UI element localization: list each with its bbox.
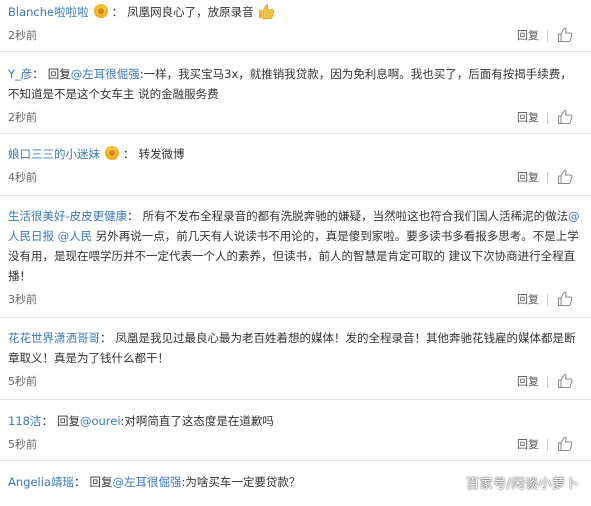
colon: ： <box>41 414 53 428</box>
comment-body: Blanche啦啦啦 ：凤凰网良心了，放原录音 <box>8 0 583 22</box>
comment-text: 转发微博 <box>138 147 185 161</box>
comment-username[interactable]: Blanche啦啦啦 <box>8 5 89 19</box>
like-thumb-icon[interactable] <box>557 109 573 125</box>
like-thumb-icon[interactable] <box>557 169 573 185</box>
colon: ： <box>100 331 112 345</box>
comment-text: 另外再说一点，前几天有人说读书不用论的，真是傻到家啦。要多读书多看报多思考。不是… <box>8 229 579 283</box>
comment-meta: 2秒前 回复 <box>8 104 583 132</box>
comment-username[interactable]: 生活很美好-皮皮更健康 <box>8 209 127 223</box>
comment-meta: 5秒前 回复 <box>8 431 583 459</box>
member-badge-icon <box>93 4 108 18</box>
reply-button[interactable]: 回复 <box>517 373 539 389</box>
colon: ： <box>123 147 135 161</box>
reply-prefix: 回复 <box>56 414 80 428</box>
comment-meta: 5秒前 回复 <box>8 368 583 396</box>
mention-link[interactable]: @左耳很倔强 <box>112 475 181 489</box>
divider <box>547 112 548 124</box>
like-thumb-icon[interactable] <box>557 373 573 389</box>
colon: ： <box>127 209 139 223</box>
comment-text: :对啊简直了这态度是在道歉吗 <box>120 414 274 428</box>
reply-button[interactable]: 回复 <box>517 109 539 125</box>
reply-button[interactable]: 回复 <box>517 169 539 185</box>
comment-username[interactable]: Angelia靖瑶 <box>8 475 74 489</box>
divider <box>547 294 548 306</box>
mention-link[interactable]: @人民 <box>58 229 93 243</box>
comment-item: 娘口三三的小迷妹 ：转发微博 4秒前 回复 <box>0 134 591 196</box>
comment-body: 花花世界潇洒哥哥： 凤凰是我见过最良心最为老百姓着想的媒体！发的全程录音！其他奔驰… <box>8 318 583 368</box>
like-thumb-icon[interactable] <box>557 291 573 307</box>
comment-item: 生活很美好-皮皮更健康： 所有不发布全程录音的都有洗脱奔驰的嫌疑，当然啦这也符合我… <box>0 196 591 318</box>
comment-time: 5秒前 <box>8 438 37 451</box>
comment-text: :为啥买车一定要贷款？ <box>181 475 301 489</box>
comment-item: 花花世界潇洒哥哥： 凤凰是我见过最良心最为老百姓着想的媒体！发的全程录音！其他奔驰… <box>0 318 591 400</box>
reply-prefix: 回复 <box>89 475 113 489</box>
comment-meta: 2秒前 回复 <box>8 22 583 50</box>
comment-time: 2秒前 <box>8 29 37 42</box>
reply-prefix: 回复 <box>47 67 71 81</box>
comment-time: 2秒前 <box>8 111 37 124</box>
comment-item: Y_彦： 回复@左耳很倔强:一样，我买宝马3x，就推销我贷款，因为免利息啊。我也买… <box>0 52 591 134</box>
reply-button[interactable]: 回复 <box>517 27 539 43</box>
divider <box>547 172 548 184</box>
mention-link[interactable]: @ourei <box>80 414 121 428</box>
like-thumb-icon[interactable] <box>557 27 573 43</box>
divider <box>547 376 548 388</box>
colon: ： <box>32 67 44 81</box>
comment-list: Blanche啦啦啦：凤凰网良心了，放原录音 2秒前 回复 Y_彦： 回复@左耳很… <box>0 0 591 506</box>
colon: ： <box>111 5 124 19</box>
comment-body: Y_彦： 回复@左耳很倔强:一样，我买宝马3x，就推销我贷款，因为免利息啊。我也买… <box>8 52 583 104</box>
comment-username[interactable]: 花花世界潇洒哥哥 <box>8 331 100 345</box>
member-badge-icon <box>105 146 119 160</box>
comment-text: 凤凰网良心了，放原录音 <box>127 5 254 19</box>
comment-username[interactable]: Y_彦 <box>8 67 32 81</box>
watermark: 百家号/闲谈小萝卜 <box>466 477 579 492</box>
reply-button[interactable]: 回复 <box>517 291 539 307</box>
comment-text: 所有不发布全程录音的都有洗脱奔驰的嫌疑，当然啦这也符合我们国人活稀泥的做法 <box>142 209 569 223</box>
divider <box>547 439 548 451</box>
comment-username[interactable]: 娘口三三的小迷妹 <box>8 147 100 161</box>
comment-username[interactable]: 118洁 <box>8 414 41 428</box>
thumbs-up-emoji-icon <box>258 4 274 20</box>
comment-meta: 3秒前 回复 <box>8 286 583 314</box>
comment-body: 娘口三三的小迷妹 ：转发微博 <box>8 134 583 164</box>
reply-button[interactable]: 回复 <box>517 436 539 452</box>
comment-time: 5秒前 <box>8 375 37 388</box>
comment-body: 生活很美好-皮皮更健康： 所有不发布全程录音的都有洗脱奔驰的嫌疑，当然啦这也符合我… <box>8 196 583 286</box>
comment-item: 118洁： 回复@ourei:对啊简直了这态度是在道歉吗 5秒前 回复 <box>0 400 591 461</box>
comment-item: Blanche啦啦啦 ：凤凰网良心了，放原录音 2秒前 回复 <box>0 0 591 52</box>
colon: ： <box>73 475 86 489</box>
comment-time: 3秒前 <box>8 293 37 306</box>
like-thumb-icon[interactable] <box>557 436 573 452</box>
comment-time: 4秒前 <box>8 171 37 184</box>
comment-meta: 4秒前 回复 <box>8 164 583 192</box>
mention-link[interactable]: @左耳很倔强 <box>71 67 140 81</box>
comment-body: 118洁： 回复@ourei:对啊简直了这态度是在道歉吗 <box>8 400 583 431</box>
divider <box>547 30 548 42</box>
